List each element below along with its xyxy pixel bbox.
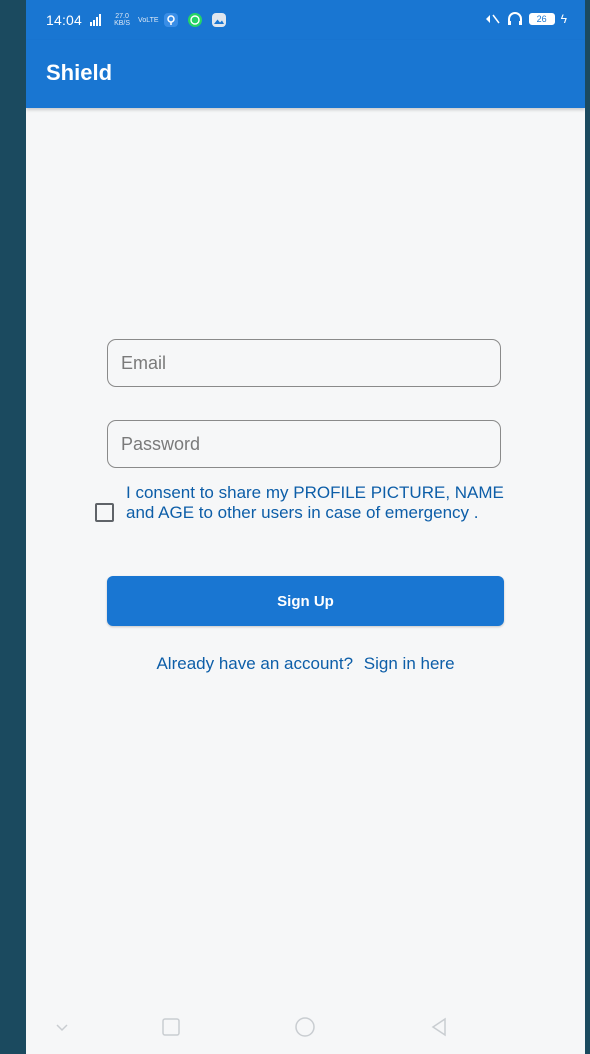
app-title: Shield: [46, 60, 113, 85]
back-icon[interactable]: [428, 1016, 450, 1038]
password-field[interactable]: [107, 420, 501, 468]
mute-icon: [485, 14, 500, 24]
status-right: 26 ϟ: [483, 12, 567, 26]
email-field[interactable]: [107, 339, 501, 387]
consent-label: I consent to share my PROFILE PICTURE, N…: [126, 483, 504, 522]
location-icon: [164, 13, 179, 27]
consent-checkbox[interactable]: [95, 503, 114, 522]
status-time: 14:04: [46, 12, 83, 28]
chevron-down-icon[interactable]: [51, 1016, 73, 1038]
gallery-icon: [212, 13, 227, 27]
signin-row: Already have an account? Sign in here: [26, 654, 585, 674]
sign-in-link[interactable]: Sign in here: [364, 654, 455, 673]
signin-prompt: Already have an account?: [156, 654, 354, 673]
home-icon[interactable]: [294, 1016, 316, 1038]
network-speed: 27.0 KB/S: [114, 13, 131, 27]
app-bar: Shield: [26, 40, 585, 108]
charging-icon: ϟ: [560, 12, 567, 26]
status-bar: 14:04 27.0 KB/S VoLTE 26 ϟ: [26, 0, 585, 40]
whatsapp-icon: [188, 13, 203, 27]
phone-screen: 14:04 27.0 KB/S VoLTE 26 ϟ Shield Email …: [26, 0, 585, 1054]
navigation-bar: [26, 1000, 585, 1054]
headphones-icon: [507, 12, 522, 25]
status-left: 14:04 27.0 KB/S VoLTE: [46, 12, 227, 28]
recent-apps-icon[interactable]: [160, 1016, 182, 1038]
signal-icon: [90, 14, 102, 26]
volte-indicator: VoLTE: [138, 16, 159, 24]
battery-icon: 26: [528, 13, 555, 25]
sign-up-button[interactable]: Sign Up: [107, 576, 504, 626]
